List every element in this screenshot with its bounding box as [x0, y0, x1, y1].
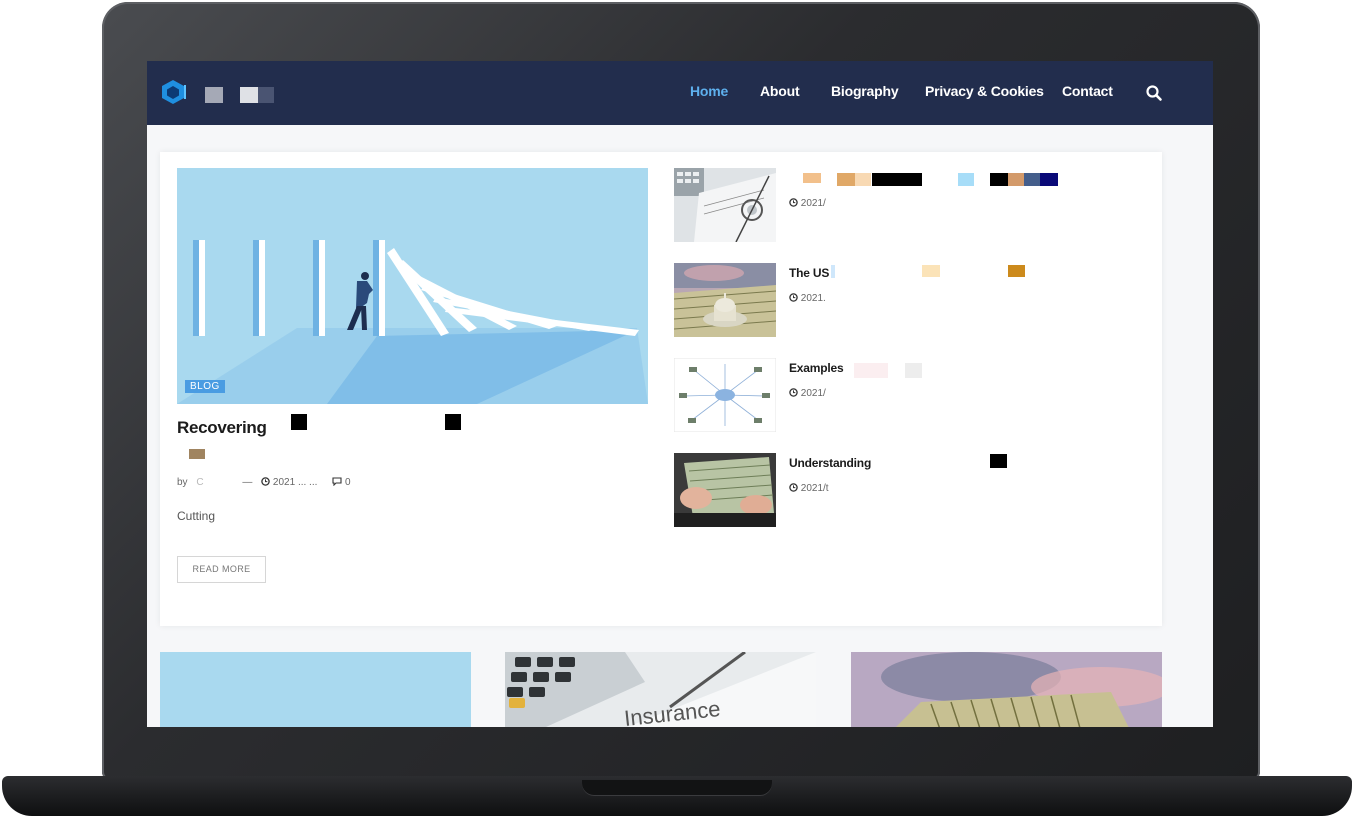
redacted-text-block [1024, 173, 1040, 186]
author-prefix: by [177, 477, 188, 488]
redacted-text-block [855, 173, 871, 186]
clock-icon [789, 388, 798, 397]
site-name-block [240, 87, 258, 103]
post-thumbnail-insurance[interactable]: Insurance [505, 652, 816, 727]
side-post-date: 2021/ [789, 198, 826, 209]
side-post-title[interactable]: Understanding [789, 456, 871, 470]
post-thumbnail-domino[interactable] [160, 652, 471, 727]
side-post-title[interactable]: Examples [789, 361, 844, 375]
redacted-text-block [803, 173, 821, 183]
clock-icon [789, 198, 798, 207]
side-post-thumbnail[interactable] [674, 168, 776, 242]
side-post-date-text: 2021/ [800, 388, 826, 399]
domino-illustration [177, 168, 648, 404]
side-post-date-text: 2021. [800, 293, 826, 304]
side-post-date: 2021. [789, 293, 826, 304]
post-thumbnail-capitol-money[interactable] [851, 652, 1162, 727]
capitol-money-image [674, 263, 776, 337]
website-screen: Home About Biography Privacy & Cookies C… [147, 61, 1213, 727]
laptop-notch [582, 780, 772, 796]
side-post-date-text: 2021/ [800, 198, 826, 209]
side-post[interactable]: Examples 2021/ [674, 358, 1154, 434]
side-post-thumbnail[interactable] [674, 263, 776, 337]
insurance-calculator-image: Insurance [505, 652, 816, 727]
side-post-title[interactable]: The US [789, 266, 829, 280]
meta-separator: — [242, 477, 253, 488]
post-meta: by C — 2021 ... ... 0 [177, 477, 363, 488]
side-post[interactable]: Understanding 2021/t [674, 453, 1154, 529]
clock-icon [261, 477, 270, 486]
site-name-block [258, 87, 274, 103]
side-post-date: 2021/ [789, 388, 826, 399]
comment-count-text: 0 [344, 477, 351, 488]
featured-image[interactable]: BLOG [177, 168, 648, 404]
redacted-text-block [189, 449, 205, 459]
redacted-text-block [990, 173, 1008, 186]
redacted-text-block [958, 173, 974, 186]
nav-item-home[interactable]: Home [690, 83, 728, 99]
category-badge[interactable]: BLOG [185, 380, 225, 393]
nav-item-about[interactable]: About [760, 83, 800, 99]
comment-icon [332, 477, 342, 487]
comment-count[interactable]: 0 [332, 477, 356, 488]
redacted-text-block [990, 454, 1007, 468]
hexagon-logo-icon[interactable] [160, 79, 186, 105]
side-post[interactable]: The US 2021. [674, 263, 1154, 339]
redacted-text-block [872, 173, 922, 186]
side-post-thumbnail[interactable] [674, 453, 776, 527]
featured-post-title[interactable]: Recovering [177, 418, 267, 438]
author-name[interactable]: C [196, 477, 203, 488]
redacted-text-block [831, 265, 835, 278]
redacted-text-block [1008, 265, 1025, 277]
nav-item-biography[interactable]: Biography [831, 83, 899, 99]
site-name-block [205, 87, 223, 103]
money-sky-image [851, 652, 1162, 727]
search-icon[interactable] [1145, 84, 1163, 102]
redacted-text-block [854, 363, 888, 378]
insurance-form-image [674, 168, 776, 242]
side-post-thumbnail[interactable] [674, 358, 776, 432]
redacted-text-block [291, 414, 307, 430]
clock-icon [789, 293, 798, 302]
redacted-text-block [905, 363, 922, 378]
post-excerpt: Cutting [177, 509, 216, 523]
featured-posts-card: BLOG Recovering by C — 2021 ... ... 0 Cu… [160, 152, 1162, 626]
read-more-button[interactable]: READ MORE [177, 556, 266, 583]
clock-icon [789, 483, 798, 492]
post-date: 2021 ... ... [261, 477, 323, 488]
nav-item-contact[interactable]: Contact [1062, 83, 1113, 99]
redacted-text-block [837, 173, 855, 186]
top-navbar: Home About Biography Privacy & Cookies C… [147, 61, 1213, 125]
post-date-text: 2021 ... ... [272, 477, 318, 488]
side-post-date-text: 2021/t [800, 483, 829, 494]
redacted-text-block [1008, 173, 1024, 186]
mindmap-diagram-image [674, 358, 776, 432]
nav-item-privacy-cookies[interactable]: Privacy & Cookies [925, 83, 1044, 99]
redacted-text-block [922, 265, 940, 277]
side-post-date: 2021/t [789, 483, 829, 494]
side-post[interactable]: 2021/ [674, 168, 1154, 244]
redacted-text-block [445, 414, 461, 430]
counting-money-image [674, 453, 776, 527]
redacted-text-block [1040, 173, 1058, 186]
